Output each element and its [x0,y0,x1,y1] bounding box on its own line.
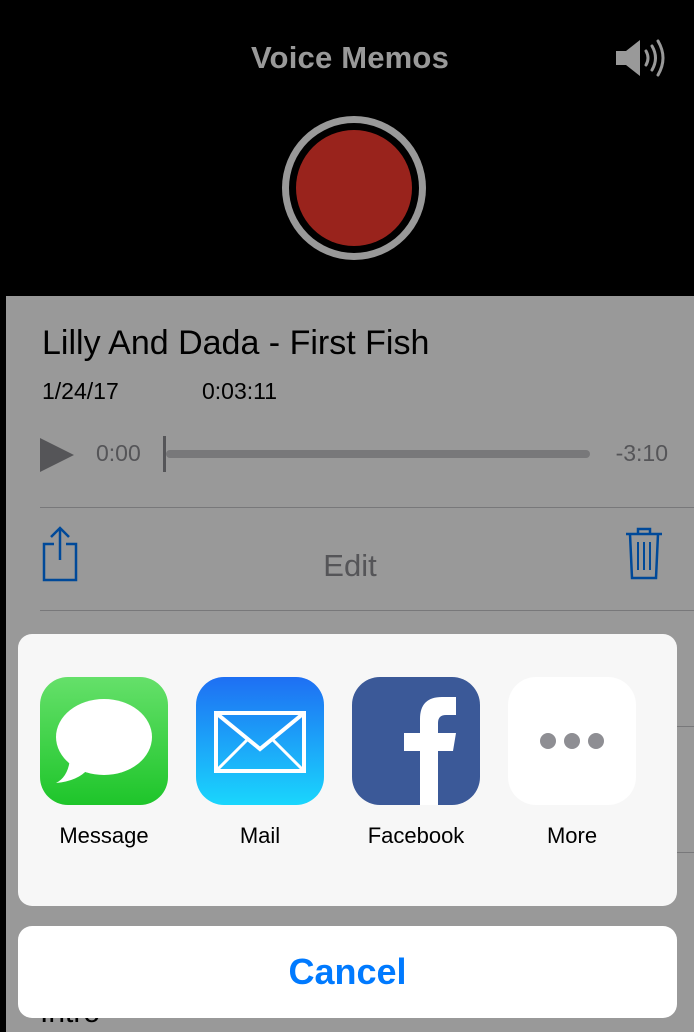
cancel-button[interactable]: Cancel [18,926,677,1018]
share-app-label: Message [59,823,149,848]
share-app-message[interactable]: Message [40,677,168,849]
share-app-mail[interactable]: Mail [196,677,324,849]
share-app-more[interactable]: More [508,677,636,849]
more-icon [508,677,636,805]
share-app-label: More [546,823,598,848]
message-icon [40,677,168,805]
share-app-label: Mail [239,823,281,848]
share-sheet: Message Mail Facebook More [18,634,677,906]
share-app-label: Facebook [367,823,465,848]
mail-icon [196,677,324,805]
facebook-icon [352,677,480,805]
share-app-facebook[interactable]: Facebook [352,677,480,849]
